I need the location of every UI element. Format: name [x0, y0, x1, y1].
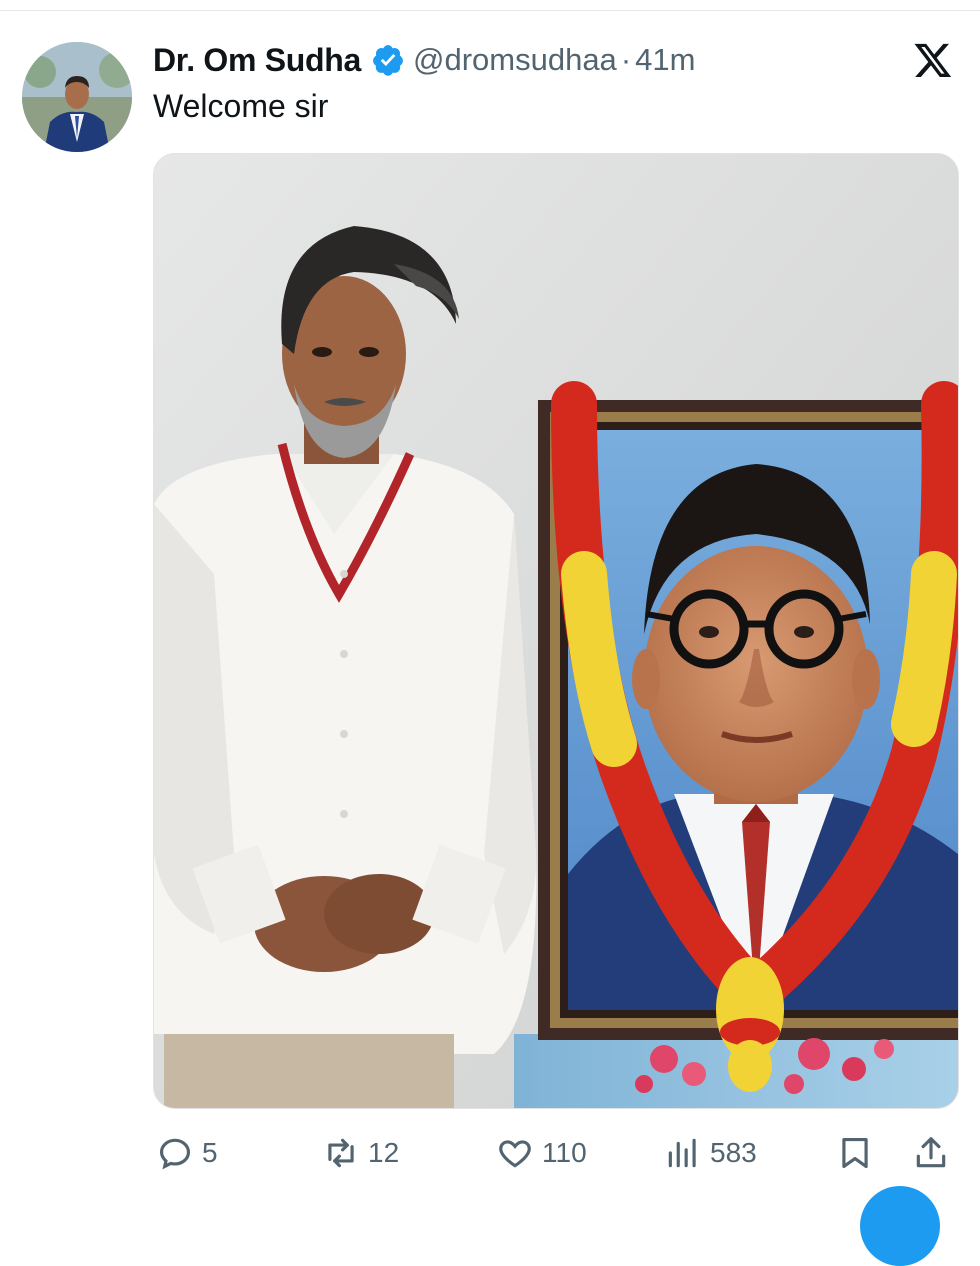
like-button[interactable]: 110: [496, 1128, 587, 1178]
tweet-photo[interactable]: [153, 153, 959, 1109]
author-avatar[interactable]: [22, 42, 132, 152]
separator-dot: ·: [620, 42, 632, 77]
tweet-header: Dr. Om Sudha @dromsudhaa · 41m: [153, 40, 695, 80]
repost-icon: [328, 1138, 354, 1168]
like-count: 110: [542, 1137, 587, 1168]
repost-button[interactable]: 12: [322, 1128, 399, 1178]
compose-fab-button[interactable]: [860, 1186, 940, 1266]
views-count: 583: [710, 1137, 757, 1168]
reply-button[interactable]: 5: [156, 1128, 218, 1178]
share-button[interactable]: [912, 1128, 950, 1178]
share-icon: [916, 1137, 946, 1168]
reply-icon: [159, 1138, 191, 1170]
tweet-timestamp[interactable]: 41m: [635, 42, 695, 78]
views-button[interactable]: 583: [664, 1128, 757, 1178]
author-name[interactable]: Dr. Om Sudha: [153, 42, 361, 79]
views-bar-chart-icon: [668, 1138, 696, 1168]
bookmark-icon: [842, 1137, 868, 1169]
reply-count: 5: [202, 1137, 218, 1168]
repost-count: 12: [368, 1137, 400, 1168]
heart-icon: [499, 1140, 531, 1168]
top-divider: [0, 10, 980, 11]
x-logo-icon: [914, 43, 952, 77]
tweet-text: Welcome sir: [153, 88, 329, 124]
photo-scene: [154, 154, 958, 1108]
verified-badge-icon: [373, 45, 403, 76]
bookmark-button[interactable]: [836, 1128, 874, 1178]
tweet-actions: 5 12 110 583: [0, 1128, 980, 1178]
author-handle[interactable]: @dromsudhaa: [413, 42, 617, 78]
avatar-image: [22, 42, 132, 152]
